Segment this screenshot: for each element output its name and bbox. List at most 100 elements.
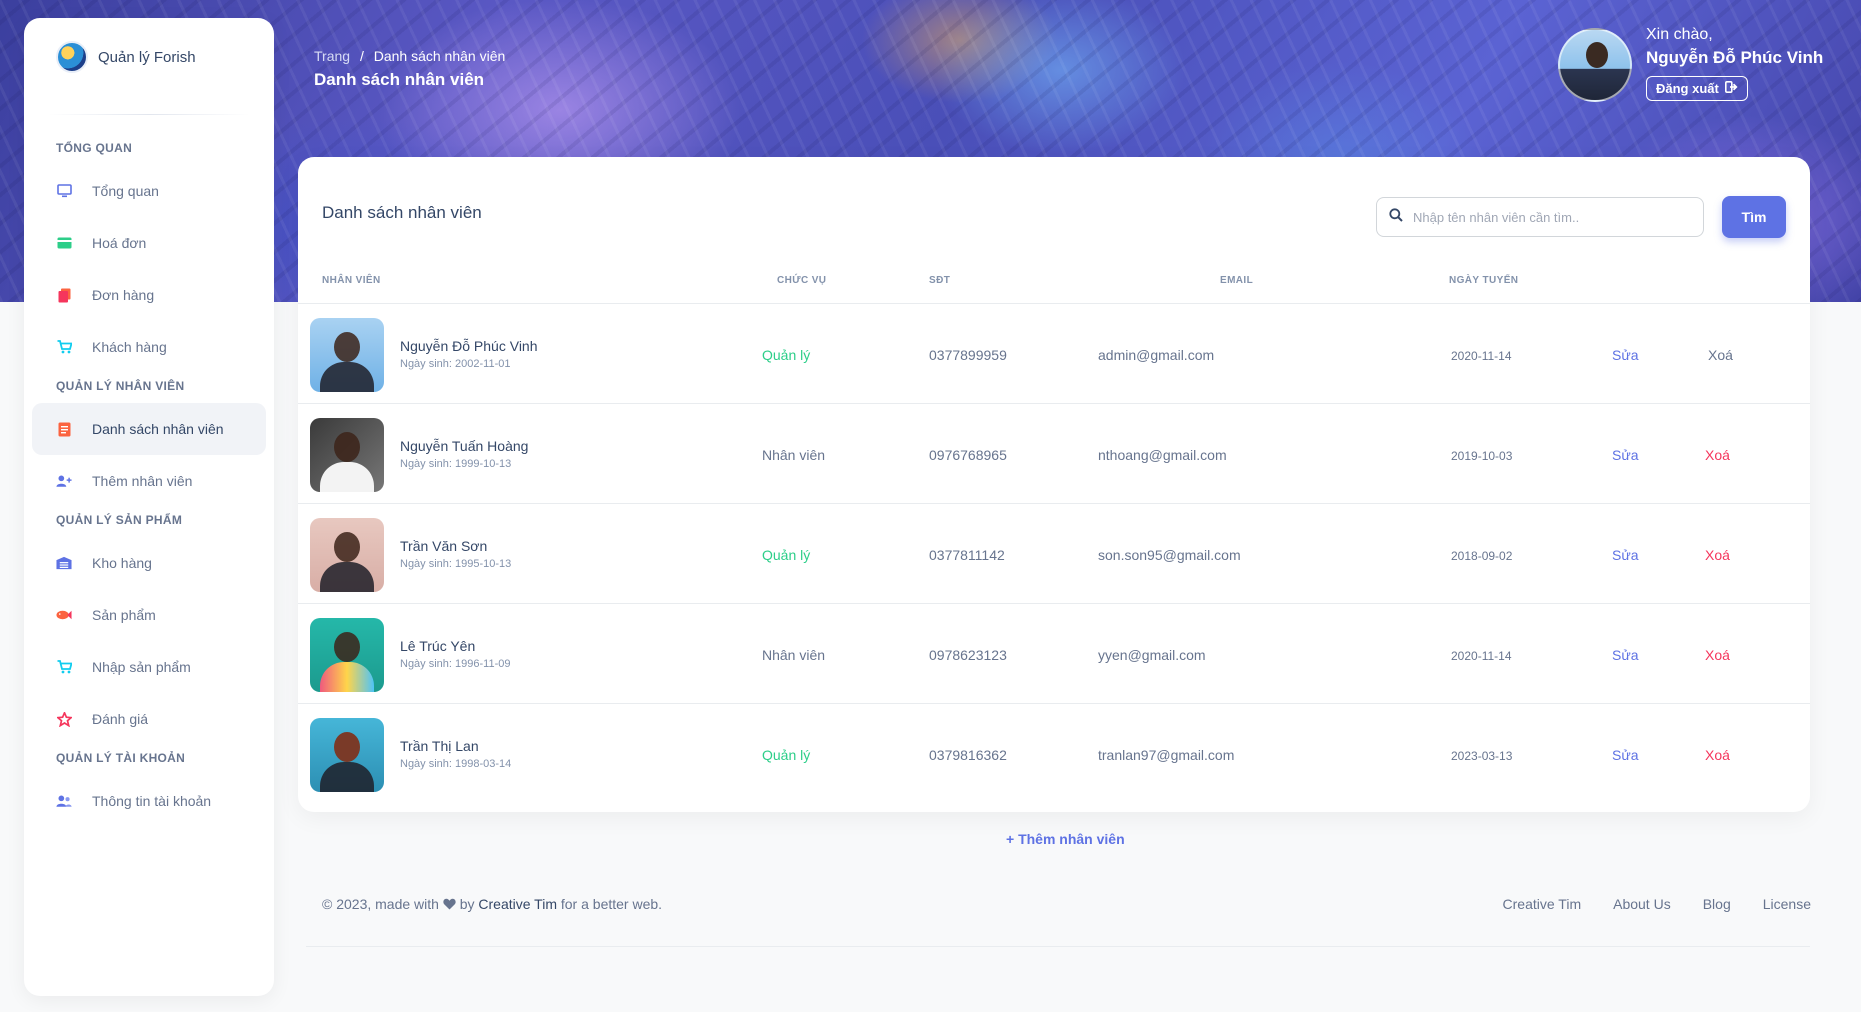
delete-button[interactable]: Xoá [1708, 347, 1733, 363]
search-icon [1389, 207, 1403, 227]
employee-hired-date: 2020-11-14 [1451, 649, 1512, 663]
page-title: Danh sách nhân viên [314, 70, 485, 89]
sidebar: Quản lý Forish TỔNG QUAN Tổng quan Hoá đ… [24, 18, 274, 996]
sidebar-item-overview[interactable]: Tổng quan [32, 165, 266, 217]
employee-name: Trần Thị Lan [400, 738, 479, 754]
user-name: Nguyễn Đỗ Phúc Vinh [1646, 48, 1824, 67]
table-row: Trần Văn Sơn Ngày sinh: 1995-10-13 Quản … [298, 503, 1810, 603]
fish-icon [56, 607, 72, 623]
employee-table: Nguyễn Đỗ Phúc Vinh Ngày sinh: 2002-11-0… [298, 303, 1810, 803]
delete-button[interactable]: Xoá [1705, 547, 1730, 563]
cart-icon [56, 659, 72, 675]
table-row: Lê Trúc Yên Ngày sinh: 1996-11-09 Nhân v… [298, 603, 1810, 703]
footer-links: Creative Tim About Us Blog License [1503, 896, 1811, 912]
edit-button[interactable]: Sửa [1612, 547, 1639, 563]
employee-hired-date: 2020-11-14 [1451, 349, 1512, 363]
footer-link-about-us[interactable]: About Us [1613, 896, 1671, 912]
search-box[interactable] [1376, 197, 1704, 237]
employee-hired-date: 2019-10-03 [1451, 449, 1513, 463]
employee-phone: 0379816362 [929, 747, 1007, 763]
list-icon [56, 421, 72, 437]
sidebar-item-invoices[interactable]: Hoá đơn [32, 217, 266, 269]
edit-button[interactable]: Sửa [1612, 747, 1639, 763]
employee-role: Quản lý [762, 547, 811, 563]
employee-name: Nguyễn Đỗ Phúc Vinh [400, 338, 538, 354]
credit-card-icon [56, 235, 72, 251]
employee-phone: 0377899959 [929, 347, 1007, 363]
employee-name: Lê Trúc Yên [400, 638, 476, 654]
footer-copyright: © 2023, made with by Creative Tim for a … [322, 896, 662, 912]
user-plus-icon [56, 473, 72, 489]
sidebar-item-label: Kho hàng [92, 555, 152, 571]
nav-section-employees: QUẢN LÝ NHÂN VIÊN [56, 379, 185, 393]
brand[interactable]: Quản lý Forish [24, 18, 274, 96]
column-header-employee: NHÂN VIÊN [322, 275, 381, 286]
employee-dob: Ngày sinh: 1995-10-13 [400, 558, 512, 570]
sidebar-item-reviews[interactable]: Đánh giá [32, 693, 266, 745]
user-profile: Xin chào, Nguyễn Đỗ Phúc Vinh Đăng xuất [1558, 26, 1824, 102]
footer-suffix: for a better web. [560, 896, 663, 912]
star-icon [56, 711, 72, 727]
nav-section-account: QUẢN LÝ TÀI KHOẢN [56, 751, 186, 765]
employee-dob: Ngày sinh: 2002-11-01 [400, 358, 511, 370]
employee-dob: Ngày sinh: 1998-03-14 [400, 758, 512, 770]
sidebar-item-import-products[interactable]: Nhập sản phẩm [32, 641, 266, 693]
sidebar-item-account-info[interactable]: Thông tin tài khoản [32, 775, 266, 827]
greeting-text: Xin chào, [1646, 26, 1713, 43]
sidebar-item-customers[interactable]: Khách hàng [32, 321, 266, 373]
monitor-icon [56, 183, 72, 199]
employee-role: Nhân viên [762, 447, 826, 463]
sidebar-item-warehouse[interactable]: Kho hàng [32, 537, 266, 589]
sidebar-item-label: Hoá đơn [92, 235, 147, 251]
employee-role: Quản lý [762, 747, 811, 763]
sidebar-item-label: Thông tin tài khoản [92, 793, 212, 809]
edit-button[interactable]: Sửa [1612, 447, 1639, 463]
employee-avatar [310, 518, 384, 592]
employee-email: yyen@gmail.com [1098, 647, 1206, 663]
table-header: NHÂN VIÊN CHỨC VỤ SĐT EMAIL NGÀY TUYỂN [298, 275, 1810, 303]
footer-link-creative-tim[interactable]: Creative Tim [1503, 896, 1582, 912]
user-icon [56, 793, 72, 809]
employee-avatar [310, 718, 384, 792]
employee-list-card: Danh sách nhân viên Tìm NHÂN VIÊN CHỨC V… [298, 157, 1810, 812]
delete-button[interactable]: Xoá [1705, 747, 1730, 763]
sidebar-item-label: Khách hàng [92, 339, 167, 355]
edit-button[interactable]: Sửa [1612, 347, 1639, 363]
employee-email: son.son95@gmail.com [1098, 547, 1241, 563]
logout-button[interactable]: Đăng xuất [1646, 76, 1748, 101]
avatar[interactable] [1558, 28, 1632, 102]
sidebar-item-orders[interactable]: Đơn hàng [32, 269, 266, 321]
sidebar-item-label: Đánh giá [92, 711, 149, 727]
employee-email: tranlan97@gmail.com [1098, 747, 1235, 763]
sidebar-item-employee-list[interactable]: Danh sách nhân viên [32, 403, 266, 455]
footer-link-license[interactable]: License [1763, 896, 1811, 912]
employee-phone: 0976768965 [929, 447, 1007, 463]
footer-author-link[interactable]: Creative Tim [478, 896, 557, 912]
breadcrumb-root[interactable]: Trang [314, 48, 350, 64]
employee-role: Quản lý [762, 347, 811, 363]
nav-section-products: QUẢN LÝ SẢN PHẨM [56, 513, 183, 527]
sidebar-item-add-employee[interactable]: Thêm nhân viên [32, 455, 266, 507]
sidebar-item-label: Sản phẩm [92, 607, 156, 623]
table-row: Nguyễn Đỗ Phúc Vinh Ngày sinh: 2002-11-0… [298, 303, 1810, 403]
footer-prefix: © 2023, made with [322, 896, 439, 912]
search-button[interactable]: Tìm [1722, 196, 1786, 238]
delete-button[interactable]: Xoá [1705, 447, 1730, 463]
sidebar-item-products[interactable]: Sản phẩm [32, 589, 266, 641]
sidebar-item-label: Tổng quan [92, 183, 159, 199]
table-row: Nguyễn Tuấn Hoàng Ngày sinh: 1999-10-13 … [298, 403, 1810, 503]
employee-hired-date: 2018-09-02 [1451, 549, 1513, 563]
delete-button[interactable]: Xoá [1705, 647, 1730, 663]
search-input[interactable] [1413, 209, 1683, 225]
employee-avatar [310, 618, 384, 692]
edit-button[interactable]: Sửa [1612, 647, 1639, 663]
footer-link-blog[interactable]: Blog [1703, 896, 1731, 912]
add-employee-link[interactable]: + Thêm nhân viên [1006, 831, 1125, 847]
column-header-hired: NGÀY TUYỂN [1449, 275, 1519, 286]
sidebar-item-label: Danh sách nhân viên [92, 421, 224, 437]
employee-email: admin@gmail.com [1098, 347, 1215, 363]
footer-divider [306, 946, 1810, 947]
column-header-phone: SĐT [929, 275, 951, 286]
employee-avatar [310, 418, 384, 492]
nav-section-overview: TỔNG QUAN [56, 141, 133, 155]
